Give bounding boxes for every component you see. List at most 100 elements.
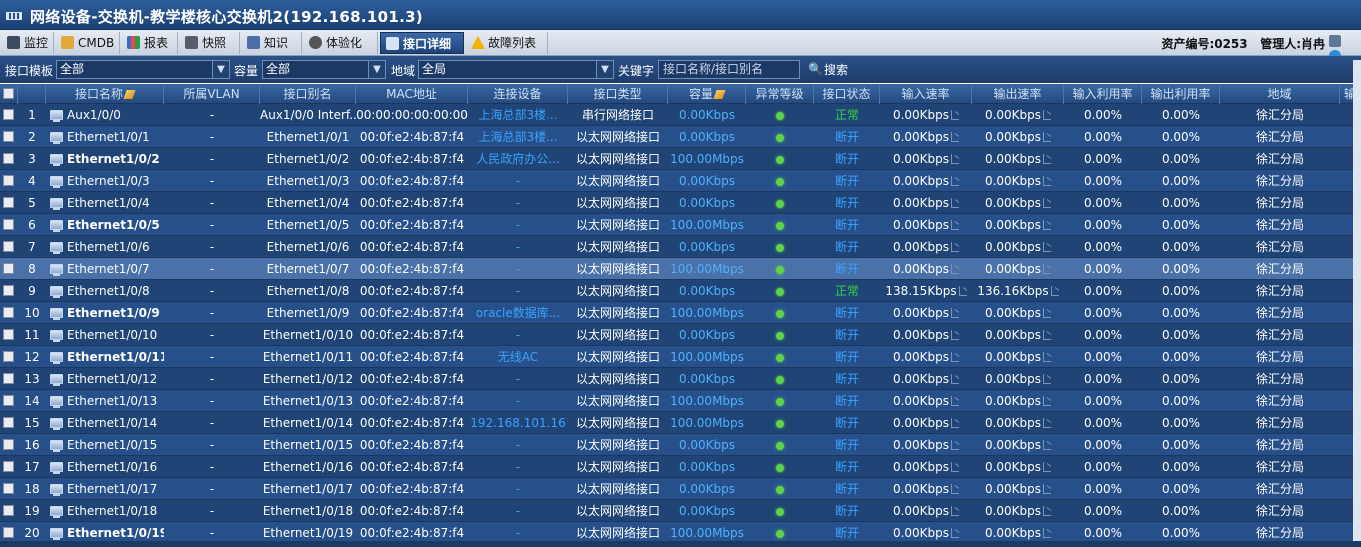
table-row[interactable]: 6 Ethernet1/0/5 - Ethernet1/0/5 00:0f:e2:4b:…: [0, 214, 1361, 236]
trend-chart-icon[interactable]: [951, 176, 960, 186]
trend-chart-icon[interactable]: [1043, 418, 1052, 428]
tab-snapshot[interactable]: 快照: [180, 32, 240, 54]
tab-cmdb[interactable]: CMDB: [56, 32, 120, 54]
column-header[interactable]: 接口类型: [568, 84, 668, 104]
column-header[interactable]: 异常等级: [746, 84, 814, 104]
interface-name[interactable]: Ethernet1/0/18: [46, 500, 164, 522]
trend-chart-icon[interactable]: [951, 132, 960, 142]
trend-chart-icon[interactable]: [951, 308, 960, 318]
connected-device[interactable]: 上海总部3楼...: [468, 104, 568, 126]
edit-icon[interactable]: [713, 90, 726, 99]
row-checkbox[interactable]: [3, 373, 14, 384]
table-row[interactable]: 13 Ethernet1/0/12 - Ethernet1/0/12 00:0f:e2:…: [0, 368, 1361, 390]
row-checkbox[interactable]: [3, 527, 14, 538]
trend-chart-icon[interactable]: [1043, 528, 1052, 538]
trend-chart-icon[interactable]: [951, 264, 960, 274]
tab-knowledge[interactable]: 知识: [242, 32, 302, 54]
column-header[interactable]: 输出利用率: [1142, 84, 1220, 104]
select-all-checkbox[interactable]: [3, 88, 14, 99]
interface-name[interactable]: Ethernet1/0/2: [46, 148, 164, 170]
table-row[interactable]: 14 Ethernet1/0/13 - Ethernet1/0/13 00:0f:e2:…: [0, 390, 1361, 412]
trend-chart-icon[interactable]: [951, 418, 960, 428]
interface-name[interactable]: Ethernet1/0/6: [46, 236, 164, 258]
trend-chart-icon[interactable]: [951, 440, 960, 450]
interface-name[interactable]: Ethernet1/0/7: [46, 258, 164, 280]
interface-name[interactable]: Ethernet1/0/14: [46, 412, 164, 434]
trend-chart-icon[interactable]: [1043, 506, 1052, 516]
trend-chart-icon[interactable]: [1043, 396, 1052, 406]
table-row[interactable]: 12 Ethernet1/0/11 - Ethernet1/0/11 00:0f:e2:…: [0, 346, 1361, 368]
row-checkbox[interactable]: [3, 395, 14, 406]
interface-name[interactable]: Ethernet1/0/12: [46, 368, 164, 390]
row-checkbox-cell[interactable]: [0, 280, 18, 302]
trend-chart-icon[interactable]: [951, 374, 960, 384]
table-row[interactable]: 1 Aux1/0/0 - Aux1/0/0 Interf... 00:00:00:00:…: [0, 104, 1361, 126]
row-checkbox-cell[interactable]: [0, 434, 18, 456]
connected-device[interactable]: 无线AC: [468, 346, 568, 368]
row-checkbox[interactable]: [3, 241, 14, 252]
trend-chart-icon[interactable]: [1043, 462, 1052, 472]
table-row[interactable]: 18 Ethernet1/0/17 - Ethernet1/0/17 00:0f:e2:…: [0, 478, 1361, 500]
table-row[interactable]: 16 Ethernet1/0/15 - Ethernet1/0/15 00:0f:e2:…: [0, 434, 1361, 456]
trend-chart-icon[interactable]: [951, 352, 960, 362]
row-checkbox-cell[interactable]: [0, 346, 18, 368]
trend-chart-icon[interactable]: [1043, 198, 1052, 208]
tab-fault-list[interactable]: 故障列表: [466, 32, 548, 54]
column-header[interactable]: 地域: [1220, 84, 1340, 104]
tab-interface-detail[interactable]: 接口详细: [380, 32, 464, 54]
table-row[interactable]: 11 Ethernet1/0/10 - Ethernet1/0/10 00:0f:e2:…: [0, 324, 1361, 346]
row-checkbox[interactable]: [3, 351, 14, 362]
interface-name[interactable]: Ethernet1/0/17: [46, 478, 164, 500]
interface-name[interactable]: Ethernet1/0/10: [46, 324, 164, 346]
column-header[interactable]: 接口别名: [260, 84, 356, 104]
trend-chart-icon[interactable]: [951, 220, 960, 230]
interface-name[interactable]: Ethernet1/0/11: [46, 346, 164, 368]
column-header[interactable]: 输入利用率: [1064, 84, 1142, 104]
vertical-scrollbar[interactable]: [1353, 60, 1361, 546]
row-checkbox[interactable]: [3, 417, 14, 428]
row-checkbox[interactable]: [3, 505, 14, 516]
trend-chart-icon[interactable]: [951, 198, 960, 208]
column-header[interactable]: 所属VLAN: [164, 84, 260, 104]
tab-experience[interactable]: 体验化: [304, 32, 378, 54]
row-checkbox-cell[interactable]: [0, 214, 18, 236]
row-checkbox-cell[interactable]: [0, 478, 18, 500]
interface-name[interactable]: Ethernet1/0/3: [46, 170, 164, 192]
interface-name[interactable]: Ethernet1/0/15: [46, 434, 164, 456]
interface-name[interactable]: Ethernet1/0/5: [46, 214, 164, 236]
table-row[interactable]: 17 Ethernet1/0/16 - Ethernet1/0/16 00:0f:e2:…: [0, 456, 1361, 478]
row-checkbox-cell[interactable]: [0, 368, 18, 390]
interface-name[interactable]: Ethernet1/0/9: [46, 302, 164, 324]
interface-name[interactable]: Ethernet1/0/1: [46, 126, 164, 148]
row-checkbox-cell[interactable]: [0, 390, 18, 412]
table-row[interactable]: 10 Ethernet1/0/9 - Ethernet1/0/9 00:0f:e2:4b…: [0, 302, 1361, 324]
trend-chart-icon[interactable]: [951, 462, 960, 472]
row-checkbox-cell[interactable]: [0, 192, 18, 214]
region-select[interactable]: 全局 ▼: [418, 60, 614, 79]
table-row[interactable]: 7 Ethernet1/0/6 - Ethernet1/0/6 00:0f:e2:4b:…: [0, 236, 1361, 258]
row-checkbox-cell[interactable]: [0, 302, 18, 324]
row-checkbox-cell[interactable]: [0, 324, 18, 346]
trend-chart-icon[interactable]: [951, 528, 960, 538]
table-row[interactable]: 4 Ethernet1/0/3 - Ethernet1/0/3 00:0f:e2:4b:…: [0, 170, 1361, 192]
row-checkbox-cell[interactable]: [0, 236, 18, 258]
row-checkbox[interactable]: [3, 109, 14, 120]
row-checkbox[interactable]: [3, 285, 14, 296]
column-header[interactable]: 容量: [668, 84, 746, 104]
row-checkbox[interactable]: [3, 483, 14, 494]
row-checkbox-cell[interactable]: [0, 258, 18, 280]
trend-chart-icon[interactable]: [951, 330, 960, 340]
trend-chart-icon[interactable]: [1043, 374, 1052, 384]
keyword-input[interactable]: 接口名称/接口别名: [658, 60, 800, 79]
trend-chart-icon[interactable]: [958, 286, 967, 296]
table-row[interactable]: 15 Ethernet1/0/14 - Ethernet1/0/14 00:0f:e2:…: [0, 412, 1361, 434]
trend-chart-icon[interactable]: [1050, 286, 1059, 296]
row-checkbox-cell[interactable]: [0, 126, 18, 148]
row-checkbox[interactable]: [3, 263, 14, 274]
table-row[interactable]: 19 Ethernet1/0/18 - Ethernet1/0/18 00:0f:e2:…: [0, 500, 1361, 522]
export-icon[interactable]: [1329, 35, 1341, 47]
trend-chart-icon[interactable]: [1043, 330, 1052, 340]
column-header[interactable]: 输入速率: [880, 84, 972, 104]
trend-chart-icon[interactable]: [951, 154, 960, 164]
search-button[interactable]: 🔍 搜索: [808, 61, 848, 78]
